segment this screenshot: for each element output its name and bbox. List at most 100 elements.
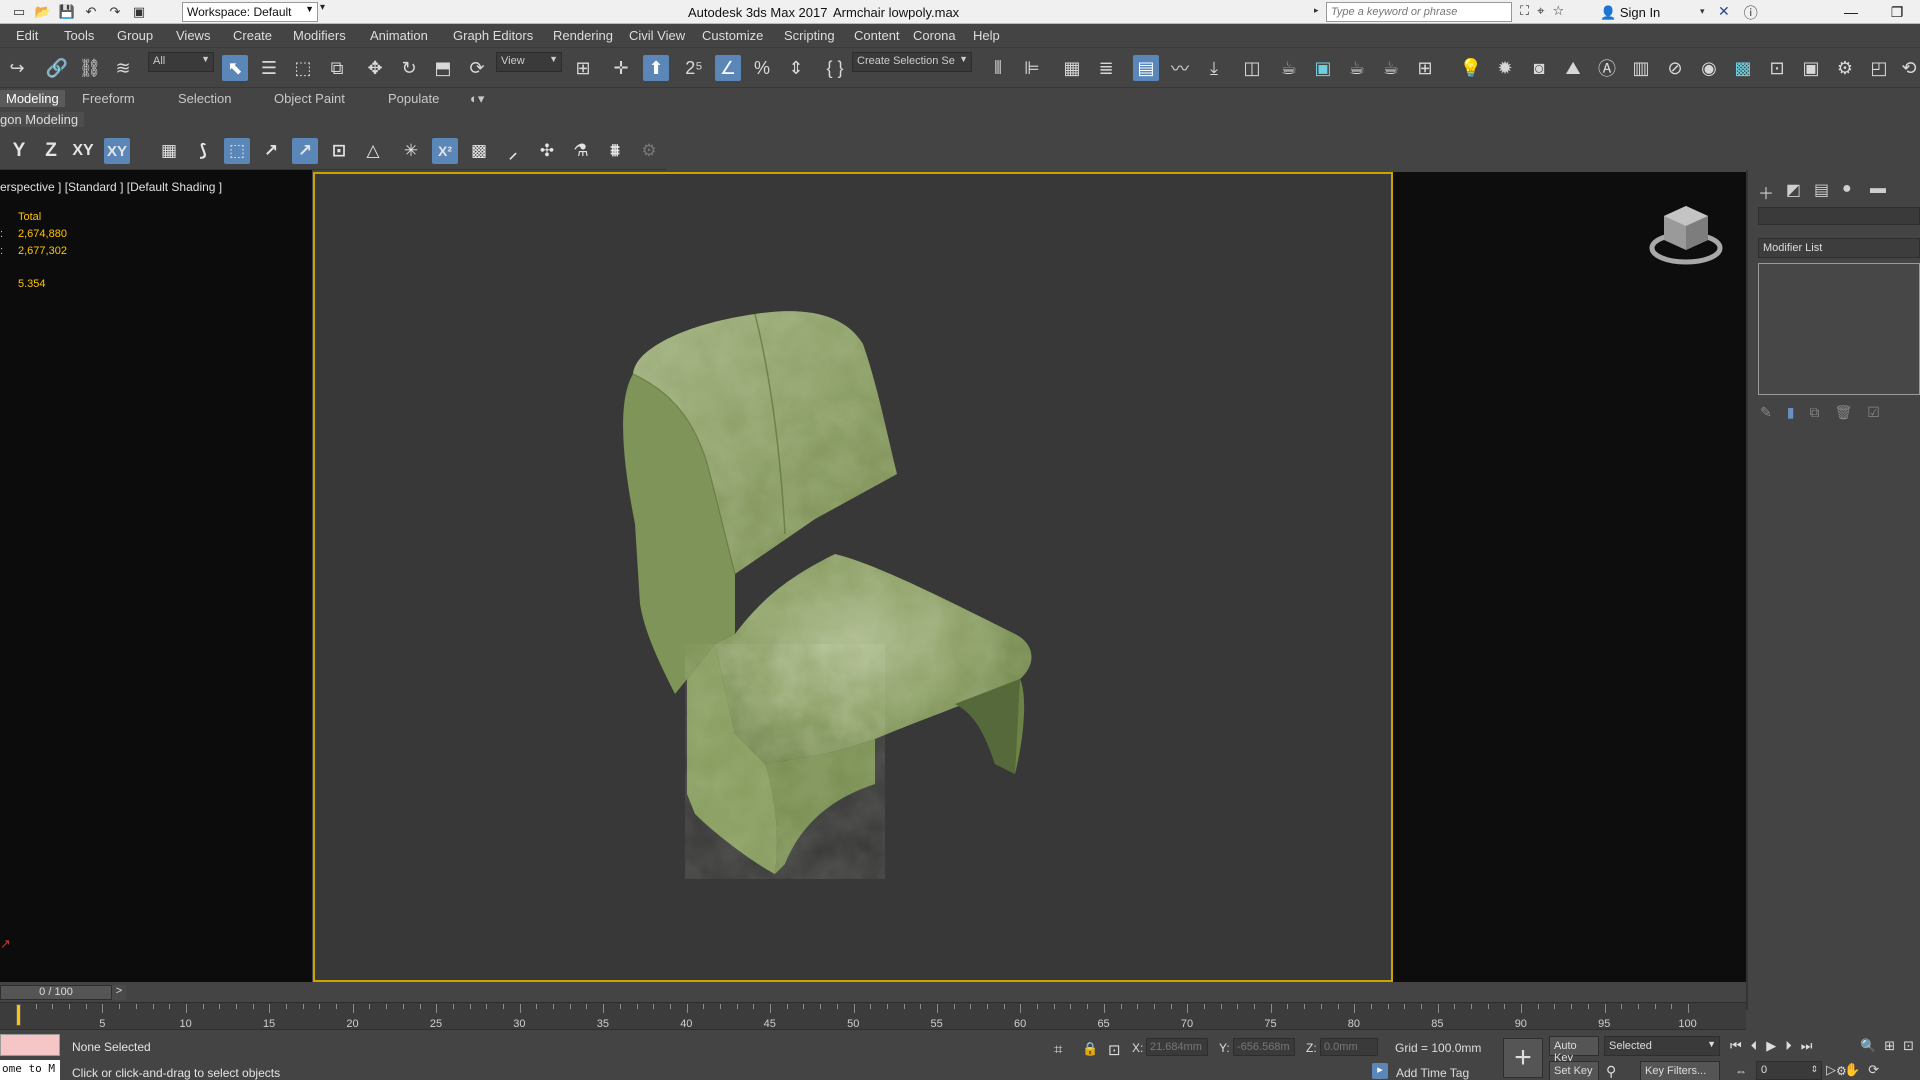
select-and-scale-icon[interactable]: ⬒ xyxy=(430,55,456,81)
corona-render-region-icon[interactable]: ▣ xyxy=(1798,55,1824,81)
corona-converter-icon[interactable]: ⊘ xyxy=(1662,55,1688,81)
field-of-view-icon[interactable]: ▷ xyxy=(1826,1062,1836,1078)
key-mode-toggle-icon[interactable]: ⇔ xyxy=(1735,1064,1747,1078)
pin-stack-icon[interactable]: ✎ xyxy=(1760,404,1772,421)
left-viewport[interactable] xyxy=(0,170,312,982)
corona-vfb-icon[interactable]: ▩ xyxy=(1730,55,1756,81)
time-slider[interactable] xyxy=(0,982,1746,1004)
exchange-apps-icon[interactable]: ✕ xyxy=(1718,3,1730,23)
align-icon[interactable]: ⊫ xyxy=(1019,55,1045,81)
menu-views[interactable]: Views xyxy=(176,28,210,43)
render-grid-icon[interactable]: ⊞ xyxy=(1412,55,1438,81)
menu-content[interactable]: Content xyxy=(854,28,900,43)
menu-modifiers[interactable]: Modifiers xyxy=(293,28,346,43)
constrain-xy-plane-button[interactable]: XY xyxy=(104,138,130,164)
corona-sun-icon[interactable]: ✹ xyxy=(1492,55,1518,81)
snap-bounding-box-icon[interactable]: ⬚ xyxy=(224,138,250,164)
material-editor-icon[interactable]: ◫ xyxy=(1239,55,1265,81)
edit-named-selection-icon[interactable]: { } xyxy=(822,55,848,81)
rendered-frame-window-icon[interactable]: ▣ xyxy=(1310,55,1336,81)
snap-center-face-icon[interactable]: X² xyxy=(432,138,458,164)
schematic-view-icon[interactable]: ⤓ xyxy=(1201,55,1227,81)
mirror-icon[interactable]: ⫴ xyxy=(985,55,1011,81)
render-iterative-icon[interactable]: ☕ xyxy=(1378,55,1404,81)
customize-qat-icon[interactable]: ▾ xyxy=(320,2,325,13)
angle-snap-icon[interactable]: ∠ xyxy=(715,55,741,81)
orbit-icon[interactable]: ⟳ xyxy=(1868,1062,1879,1078)
snap-disabled-icon[interactable]: ⚙ xyxy=(636,138,662,164)
current-frame-field[interactable]: 0 ⇕ xyxy=(1756,1061,1822,1080)
menu-help[interactable]: Help xyxy=(973,28,1000,43)
corona-interactive-icon[interactable]: ⊡ xyxy=(1764,55,1790,81)
restore-button[interactable]: ❐ xyxy=(1874,0,1920,24)
menu-group[interactable]: Group xyxy=(117,28,153,43)
bind-space-warp-icon[interactable]: ≋ xyxy=(110,55,136,81)
render-production-icon[interactable]: ☕ xyxy=(1344,55,1370,81)
chevron-down-icon[interactable]: ▾ xyxy=(1700,6,1705,17)
snap-tangent-icon[interactable]: ↗ xyxy=(292,138,318,164)
window-crossing-icon[interactable]: ⧉ xyxy=(324,55,350,81)
scene-explorer-icon[interactable]: ▦ xyxy=(1059,55,1085,81)
snaps-toggle-icon[interactable]: 2⁵ xyxy=(681,55,707,81)
perspective-viewport[interactable] xyxy=(313,172,1393,982)
snap-endpoint-icon[interactable]: ⊡ xyxy=(326,138,352,164)
search-input[interactable]: Type a keyword or phrase xyxy=(1326,2,1512,22)
hierarchy-tab-icon[interactable]: ▤ xyxy=(1814,180,1829,200)
pan-view-icon[interactable]: ✋ xyxy=(1844,1062,1860,1078)
ribbon-panel-title[interactable]: gon Modeling xyxy=(0,112,85,127)
object-name-field[interactable] xyxy=(1758,207,1920,225)
selection-filter-dropdown[interactable]: All ▼ xyxy=(148,52,214,72)
corona-scatter-icon[interactable]: ⛰ xyxy=(1560,55,1586,81)
constrain-xy-button[interactable]: XY xyxy=(70,138,96,164)
snaps-grid-icon[interactable]: ▦ xyxy=(156,138,182,164)
snap-face-icon[interactable]: ✳ xyxy=(398,138,424,164)
subscription-icon[interactable]: ⌖ xyxy=(1537,3,1544,19)
corona-scene-icon[interactable]: ◰ xyxy=(1866,55,1892,81)
viewport-label[interactable]: erspective ] [Standard ] [Default Shadin… xyxy=(0,180,222,194)
redo-arrow-icon[interactable]: ↪ xyxy=(4,55,30,81)
key-mode-dropdown[interactable]: Selected ▼ xyxy=(1604,1036,1720,1056)
modifier-stack[interactable] xyxy=(1758,263,1920,395)
app-menu-icon[interactable]: ▭ xyxy=(10,3,28,20)
save-file-icon[interactable]: 💾 xyxy=(58,3,76,20)
open-file-icon[interactable]: 📂 xyxy=(34,3,52,20)
corona-camera-icon[interactable]: ◙ xyxy=(1526,55,1552,81)
make-unique-icon[interactable]: ⧉ xyxy=(1809,404,1819,421)
select-by-name-icon[interactable]: ☰ xyxy=(256,55,282,81)
unlink-icon[interactable]: ⛓ xyxy=(77,55,103,81)
keyboard-shortcut-override-icon[interactable]: ⬆ xyxy=(643,55,669,81)
project-folder-icon[interactable]: ▣ xyxy=(130,3,148,20)
search-expand-icon[interactable]: ▸ xyxy=(1314,5,1319,16)
remove-modifier-icon[interactable]: 🗑 xyxy=(1834,404,1852,421)
menu-create[interactable]: Create xyxy=(233,28,272,43)
tab-populate[interactable]: Populate xyxy=(388,91,439,106)
percent-snap-icon[interactable]: % xyxy=(749,55,775,81)
x-coord-field[interactable]: 21.684mm xyxy=(1146,1038,1208,1056)
binoculars-icon[interactable]: ⛶ xyxy=(1520,3,1529,19)
layer-explorer-icon[interactable]: ≣ xyxy=(1093,55,1119,81)
armchair-model[interactable] xyxy=(315,174,1391,980)
set-key-button[interactable]: Set Key xyxy=(1549,1061,1599,1080)
corona-toolbox-icon[interactable]: ⚙ xyxy=(1832,55,1858,81)
time-slider-thumb[interactable]: 0 / 100 xyxy=(0,985,112,1000)
key-filters-button[interactable]: Key Filters... xyxy=(1640,1061,1720,1080)
menu-graph-editors[interactable]: Graph Editors xyxy=(453,28,533,43)
display-tab-icon[interactable]: ▬ xyxy=(1870,180,1886,198)
snap-frozen-icon[interactable]: ⸝ xyxy=(500,138,526,164)
isolate-selection-icon[interactable]: ⌗ xyxy=(1054,1041,1062,1058)
use-pivot-center-icon[interactable]: ⊞ xyxy=(570,55,596,81)
show-end-result-icon[interactable]: ▮ xyxy=(1787,404,1795,421)
favorites-star-icon[interactable]: ☆ xyxy=(1552,3,1564,19)
right-viewport-area[interactable] xyxy=(1393,172,1746,982)
redo-icon[interactable]: ↷ xyxy=(106,3,124,20)
auto-key-button[interactable]: Auto Key xyxy=(1549,1036,1599,1064)
manipulate-icon[interactable]: ✛ xyxy=(608,55,634,81)
snap-layers-icon[interactable]: ⩩ xyxy=(602,138,628,164)
zoom-extents-icon[interactable]: ⊡ xyxy=(1903,1038,1914,1054)
zoom-icon[interactable]: 🔍 xyxy=(1860,1038,1876,1054)
spinner-snap-icon[interactable]: ⇕ xyxy=(783,55,809,81)
modify-tab-icon[interactable]: ◩ xyxy=(1786,180,1801,200)
set-key-large-button[interactable]: + xyxy=(1503,1038,1543,1078)
next-frame-button[interactable]: > xyxy=(112,985,126,1000)
snap-options-icon[interactable]: ✣ xyxy=(534,138,560,164)
